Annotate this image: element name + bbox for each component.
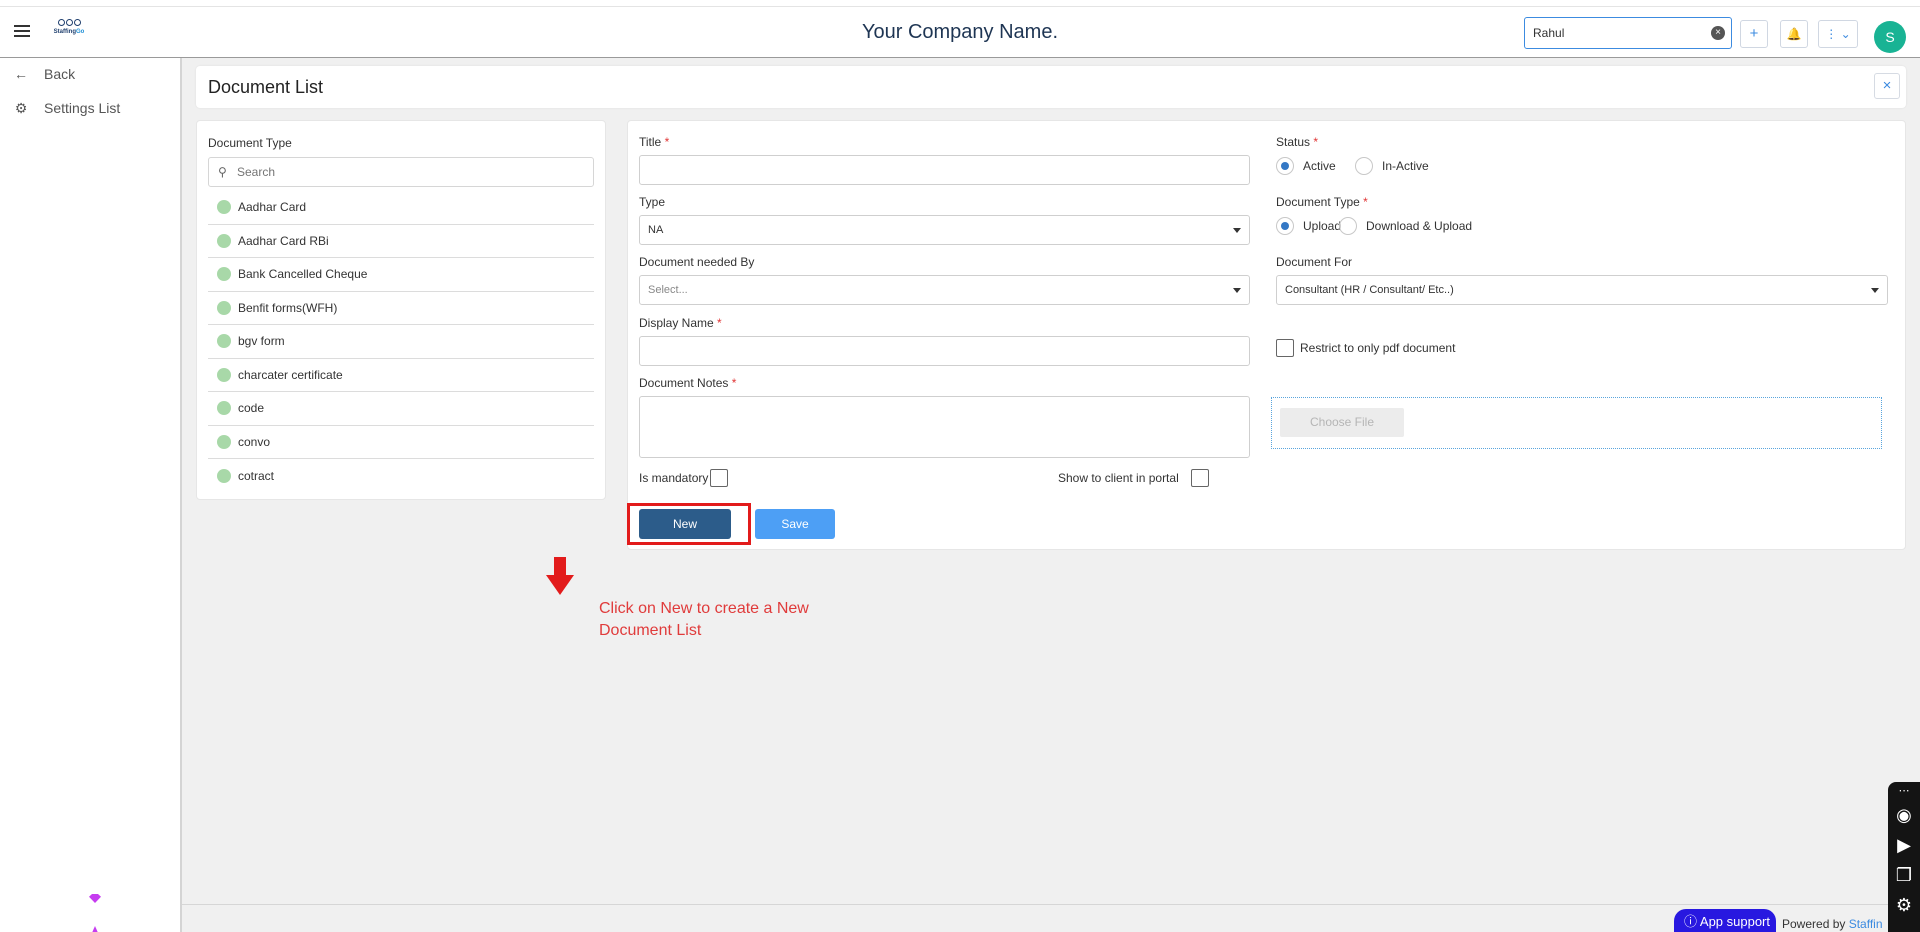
annotation-note: Click on New to create a New Document Li… [599, 600, 809, 639]
title-input[interactable] [639, 155, 1250, 185]
status-dot-icon [217, 367, 231, 382]
document-type-panel: Document Type ⚲ Aadhar Card Aadhar Card … [196, 120, 606, 500]
status-dot-icon [217, 300, 231, 315]
users-settings-icon: ⚙ [14, 99, 28, 116]
sidebar-item-label: Settings List [44, 100, 121, 116]
sidebar: ← Back ⚙ Settings List [0, 58, 182, 932]
status-dot-icon [217, 401, 231, 416]
document-form: Title * Type NA Document needed By Selec… [627, 120, 1906, 550]
list-item[interactable]: code [208, 392, 594, 426]
status-dot-icon [217, 267, 231, 282]
restrict-pdf-label: Restrict to only pdf document [1300, 341, 1456, 355]
footer: ⓘ App support Powered by Staffin [182, 904, 1920, 932]
document-type-search-input[interactable] [237, 162, 577, 182]
document-type-list: Aadhar Card Aadhar Card RBi Bank Cancell… [208, 191, 594, 493]
diamond-icon-secondary[interactable] [91, 926, 99, 932]
document-type-label: Document Type [208, 136, 292, 150]
chevron-down-icon [1871, 288, 1879, 293]
doc-for-label: Document For [1276, 255, 1353, 269]
notes-label: Document Notes * [639, 376, 737, 390]
chevron-down-icon [1233, 288, 1241, 293]
video-icon[interactable]: ▶ [1888, 830, 1920, 860]
list-item[interactable]: Benfit forms(WFH) [208, 292, 594, 325]
status-dot-icon [217, 233, 231, 248]
status-label: Status * [1276, 135, 1319, 149]
list-item[interactable]: Aadhar Card [208, 191, 594, 225]
display-name-label: Display Name * [639, 316, 722, 330]
status-dot-icon [217, 434, 231, 449]
type-label: Type [639, 195, 666, 209]
save-button[interactable]: Save [755, 509, 835, 539]
needed-by-label: Document needed By [639, 255, 755, 269]
needed-by-select[interactable]: Select... [639, 275, 1250, 305]
type-select[interactable]: NA [639, 215, 1250, 245]
status-active-radio[interactable]: Active [1276, 157, 1336, 175]
more-icon[interactable]: ⋯ [1888, 782, 1920, 800]
doc-type-label: Document Type * [1276, 195, 1368, 209]
list-item[interactable]: cotract [208, 459, 594, 493]
restrict-pdf-checkbox[interactable] [1276, 339, 1294, 357]
global-search[interactable]: × [1524, 17, 1732, 49]
top-bar: StaffingGo Your Company Name. × + 🔔 ⋮ ⌄ … [0, 6, 1920, 58]
sidebar-item-label: Back [44, 66, 76, 82]
notes-textarea[interactable] [639, 396, 1250, 458]
sidebar-item-settings-list[interactable]: ⚙ Settings List [14, 98, 121, 118]
new-button-highlight [627, 503, 751, 545]
bell-icon[interactable]: 🔔 [1780, 20, 1808, 48]
app-support-button[interactable]: ⓘ App support [1674, 909, 1776, 932]
doc-for-select[interactable]: Consultant (HR / Consultant/ Etc..) [1276, 275, 1888, 305]
show-client-label: Show to client in portal [1058, 471, 1179, 485]
list-item[interactable]: Aadhar Card RBi [208, 225, 594, 258]
title-label: Title * [639, 135, 670, 149]
display-name-input[interactable] [639, 336, 1250, 366]
main-content: Document List × Document Type ⚲ Aadhar C… [182, 58, 1920, 932]
status-dot-icon [217, 334, 231, 349]
doc-type-upload-radio[interactable]: Upload [1276, 217, 1341, 235]
doc-type-download-radio[interactable]: Download & Upload [1339, 217, 1472, 235]
status-dot-icon [217, 200, 231, 215]
show-client-checkbox[interactable] [1191, 469, 1209, 487]
user-avatar[interactable]: S [1874, 21, 1906, 53]
list-item[interactable]: bgv form [208, 325, 594, 359]
add-button[interactable]: + [1740, 20, 1768, 48]
mandatory-checkbox[interactable] [710, 469, 728, 487]
capture-toolstrip: ⋯ ◉ ▶ ❐ ⚙ [1888, 782, 1920, 932]
arrow-down-icon [546, 557, 574, 595]
mandatory-label: Is mandatory [639, 471, 709, 485]
sidebar-item-back[interactable]: ← Back [14, 64, 75, 84]
windows-icon[interactable]: ❐ [1888, 860, 1920, 890]
camera-icon[interactable]: ◉ [1888, 800, 1920, 830]
arrow-left-icon: ← [14, 66, 28, 82]
status-inactive-radio[interactable]: In-Active [1355, 157, 1429, 175]
clear-search-icon[interactable]: × [1711, 26, 1725, 40]
list-item[interactable]: charcater certificate [208, 359, 594, 392]
page-title: Document List [208, 77, 324, 97]
diamond-icon[interactable] [89, 894, 101, 903]
page-header: Document List × [196, 66, 1906, 108]
status-dot-icon [217, 468, 231, 483]
global-search-input[interactable] [1525, 18, 1695, 47]
gear-icon[interactable]: ⚙ [1888, 890, 1920, 920]
search-icon: ⚲ [218, 165, 227, 179]
more-menu-button[interactable]: ⋮ ⌄ [1818, 20, 1858, 48]
powered-by: Powered by Staffin [1782, 917, 1883, 931]
chevron-down-icon [1233, 228, 1241, 233]
file-dropzone[interactable]: Choose File [1271, 397, 1882, 449]
choose-file-button[interactable]: Choose File [1280, 408, 1404, 437]
list-item[interactable]: convo [208, 426, 594, 459]
close-icon[interactable]: × [1874, 73, 1900, 99]
list-item[interactable]: Bank Cancelled Cheque [208, 258, 594, 292]
document-type-search[interactable]: ⚲ [208, 157, 594, 187]
